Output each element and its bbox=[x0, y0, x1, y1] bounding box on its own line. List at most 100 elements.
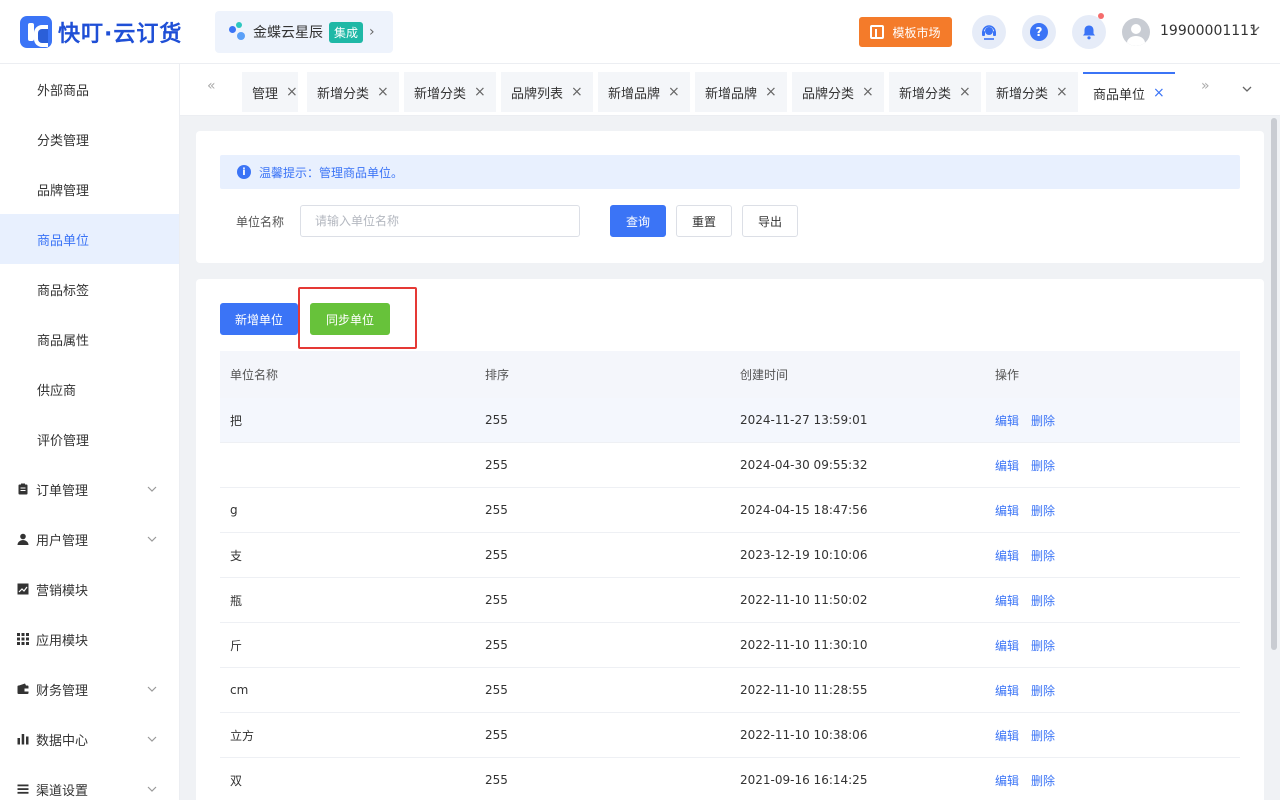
cell-sort: 255 bbox=[485, 638, 508, 652]
tab-bar: « 管理 × 新增分类 × 新增分类 × 品牌列表 × 新增品牌 × 新增品牌 … bbox=[180, 64, 1280, 116]
reset-button[interactable]: 重置 bbox=[676, 205, 732, 237]
column-header-actions: 操作 bbox=[995, 368, 1020, 382]
tab-add-brand[interactable]: 新增品牌 × bbox=[695, 72, 787, 112]
delete-link[interactable]: 删除 bbox=[1031, 682, 1055, 699]
tab-brand-list[interactable]: 品牌列表 × bbox=[501, 72, 593, 112]
edit-link[interactable]: 编辑 bbox=[995, 682, 1019, 699]
table-row: 把 255 2024-11-27 13:59:01 编辑 删除 bbox=[220, 398, 1240, 443]
close-icon[interactable]: × bbox=[571, 84, 583, 100]
grid-icon bbox=[17, 633, 29, 645]
cell-unit-name: cm bbox=[230, 683, 249, 697]
edit-link[interactable]: 编辑 bbox=[995, 637, 1019, 654]
sidebar-group-data-center[interactable]: 数据中心 bbox=[0, 714, 179, 764]
chevron-down-icon bbox=[147, 786, 157, 792]
close-icon[interactable]: × bbox=[765, 84, 777, 100]
sidebar-group-users[interactable]: 用户管理 bbox=[0, 514, 179, 564]
close-icon[interactable]: × bbox=[286, 84, 298, 100]
query-button[interactable]: 查询 bbox=[610, 205, 666, 237]
chevron-down-icon bbox=[147, 486, 157, 492]
delete-link[interactable]: 删除 bbox=[1031, 547, 1055, 564]
cell-sort: 255 bbox=[485, 728, 508, 742]
column-header-unit-name: 单位名称 bbox=[230, 368, 279, 382]
add-unit-button[interactable]: 新增单位 bbox=[220, 303, 298, 335]
edit-link[interactable]: 编辑 bbox=[995, 727, 1019, 744]
sidebar-group-apps[interactable]: 应用模块 bbox=[0, 614, 179, 664]
delete-link[interactable]: 删除 bbox=[1031, 727, 1055, 744]
sidebar-item-tags[interactable]: 商品标签 bbox=[0, 264, 179, 314]
tab-add-brand[interactable]: 新增品牌 × bbox=[598, 72, 690, 112]
chevron-down-icon bbox=[147, 536, 157, 542]
trend-chart-icon bbox=[17, 583, 29, 595]
unit-name-input[interactable] bbox=[300, 205, 580, 237]
top-header: 快叮·云订货 金蝶云星辰 集成 › 模板市场 ? 19900001111 bbox=[0, 0, 1280, 64]
sidebar-item-brand[interactable]: 品牌管理 bbox=[0, 164, 179, 214]
units-table: 单位名称 排序 创建时间 操作 把 255 2024-11-27 13:59:0… bbox=[220, 351, 1240, 800]
delete-link[interactable]: 删除 bbox=[1031, 502, 1055, 519]
delete-link[interactable]: 删除 bbox=[1031, 637, 1055, 654]
tabs-scroll-left-icon[interactable]: « bbox=[207, 78, 216, 94]
tip-text: 温馨提示：管理商品单位。 bbox=[259, 165, 404, 180]
integration-badge: 集成 bbox=[329, 21, 364, 43]
tab-product-units[interactable]: 商品单位 × bbox=[1083, 72, 1175, 112]
edit-link[interactable]: 编辑 bbox=[995, 412, 1019, 429]
delete-link[interactable]: 删除 bbox=[1031, 412, 1055, 429]
integration-switcher[interactable]: 金蝶云星辰 集成 › bbox=[215, 11, 393, 53]
sidebar-group-orders[interactable]: 订单管理 bbox=[0, 464, 179, 514]
edit-link[interactable]: 编辑 bbox=[995, 592, 1019, 609]
sidebar-item-units[interactable]: 商品单位 bbox=[0, 214, 179, 264]
sidebar-item-reviews[interactable]: 评价管理 bbox=[0, 414, 179, 464]
avatar[interactable] bbox=[1122, 18, 1150, 46]
tab-add-category[interactable]: 新增分类 × bbox=[404, 72, 496, 112]
sidebar-group-marketing[interactable]: 营销模块 bbox=[0, 564, 179, 614]
cell-created: 2021-09-16 16:14:25 bbox=[740, 773, 868, 787]
tab-add-category[interactable]: 新增分类 × bbox=[307, 72, 399, 112]
close-icon[interactable]: × bbox=[474, 84, 486, 100]
cell-created: 2022-11-10 11:30:10 bbox=[740, 638, 868, 652]
chevron-right-icon: › bbox=[369, 24, 375, 40]
sidebar-item-external-goods[interactable]: 外部商品 bbox=[0, 64, 179, 114]
notification-button[interactable] bbox=[1072, 13, 1106, 49]
app-logo[interactable]: 快叮·云订货 bbox=[20, 16, 182, 48]
delete-link[interactable]: 删除 bbox=[1031, 457, 1055, 474]
sidebar-group-finance[interactable]: 财务管理 bbox=[0, 664, 179, 714]
list-icon bbox=[17, 784, 29, 794]
tab-brand-category[interactable]: 品牌分类 × bbox=[792, 72, 884, 112]
cell-created: 2022-11-10 11:28:55 bbox=[740, 683, 868, 697]
close-icon[interactable]: × bbox=[1153, 85, 1165, 101]
export-button[interactable]: 导出 bbox=[742, 205, 798, 237]
sidebar-item-category[interactable]: 分类管理 bbox=[0, 114, 179, 164]
table-row: g 255 2024-04-15 18:47:56 编辑 删除 bbox=[220, 488, 1240, 533]
page-scrollbar[interactable] bbox=[1271, 118, 1277, 650]
sidebar-group-channel-settings[interactable]: 渠道设置 bbox=[0, 764, 179, 800]
chevron-down-icon[interactable] bbox=[1249, 23, 1261, 35]
edit-link[interactable]: 编辑 bbox=[995, 547, 1019, 564]
user-name[interactable]: 19900001111 bbox=[1160, 23, 1258, 39]
tabs-menu-chevron-down-icon[interactable] bbox=[1241, 83, 1253, 95]
template-market-label: 模板市场 bbox=[892, 25, 941, 40]
bar-chart-icon bbox=[17, 734, 29, 745]
close-icon[interactable]: × bbox=[862, 84, 874, 100]
customer-service-button[interactable] bbox=[972, 15, 1006, 49]
tabs-scroll-right-icon[interactable]: » bbox=[1201, 78, 1210, 94]
tab-add-category[interactable]: 新增分类 × bbox=[986, 72, 1078, 112]
help-button[interactable]: ? bbox=[1022, 15, 1056, 49]
close-icon[interactable]: × bbox=[1056, 84, 1068, 100]
template-market-button[interactable]: 模板市场 bbox=[859, 17, 952, 47]
delete-link[interactable]: 删除 bbox=[1031, 772, 1055, 789]
edit-link[interactable]: 编辑 bbox=[995, 457, 1019, 474]
table-row: 瓶 255 2022-11-10 11:50:02 编辑 删除 bbox=[220, 578, 1240, 623]
close-icon[interactable]: × bbox=[959, 84, 971, 100]
cell-sort: 255 bbox=[485, 458, 508, 472]
edit-link[interactable]: 编辑 bbox=[995, 502, 1019, 519]
table-row: cm 255 2022-11-10 11:28:55 编辑 删除 bbox=[220, 668, 1240, 713]
close-icon[interactable]: × bbox=[377, 84, 389, 100]
sidebar-item-suppliers[interactable]: 供应商 bbox=[0, 364, 179, 414]
logo-mark-icon bbox=[20, 16, 52, 48]
tab-manage[interactable]: 管理 × bbox=[242, 72, 298, 112]
tab-add-category[interactable]: 新增分类 × bbox=[889, 72, 981, 112]
cell-unit-name: 斤 bbox=[230, 638, 243, 653]
edit-link[interactable]: 编辑 bbox=[995, 772, 1019, 789]
close-icon[interactable]: × bbox=[668, 84, 680, 100]
sidebar-item-attributes[interactable]: 商品属性 bbox=[0, 314, 179, 364]
delete-link[interactable]: 删除 bbox=[1031, 592, 1055, 609]
